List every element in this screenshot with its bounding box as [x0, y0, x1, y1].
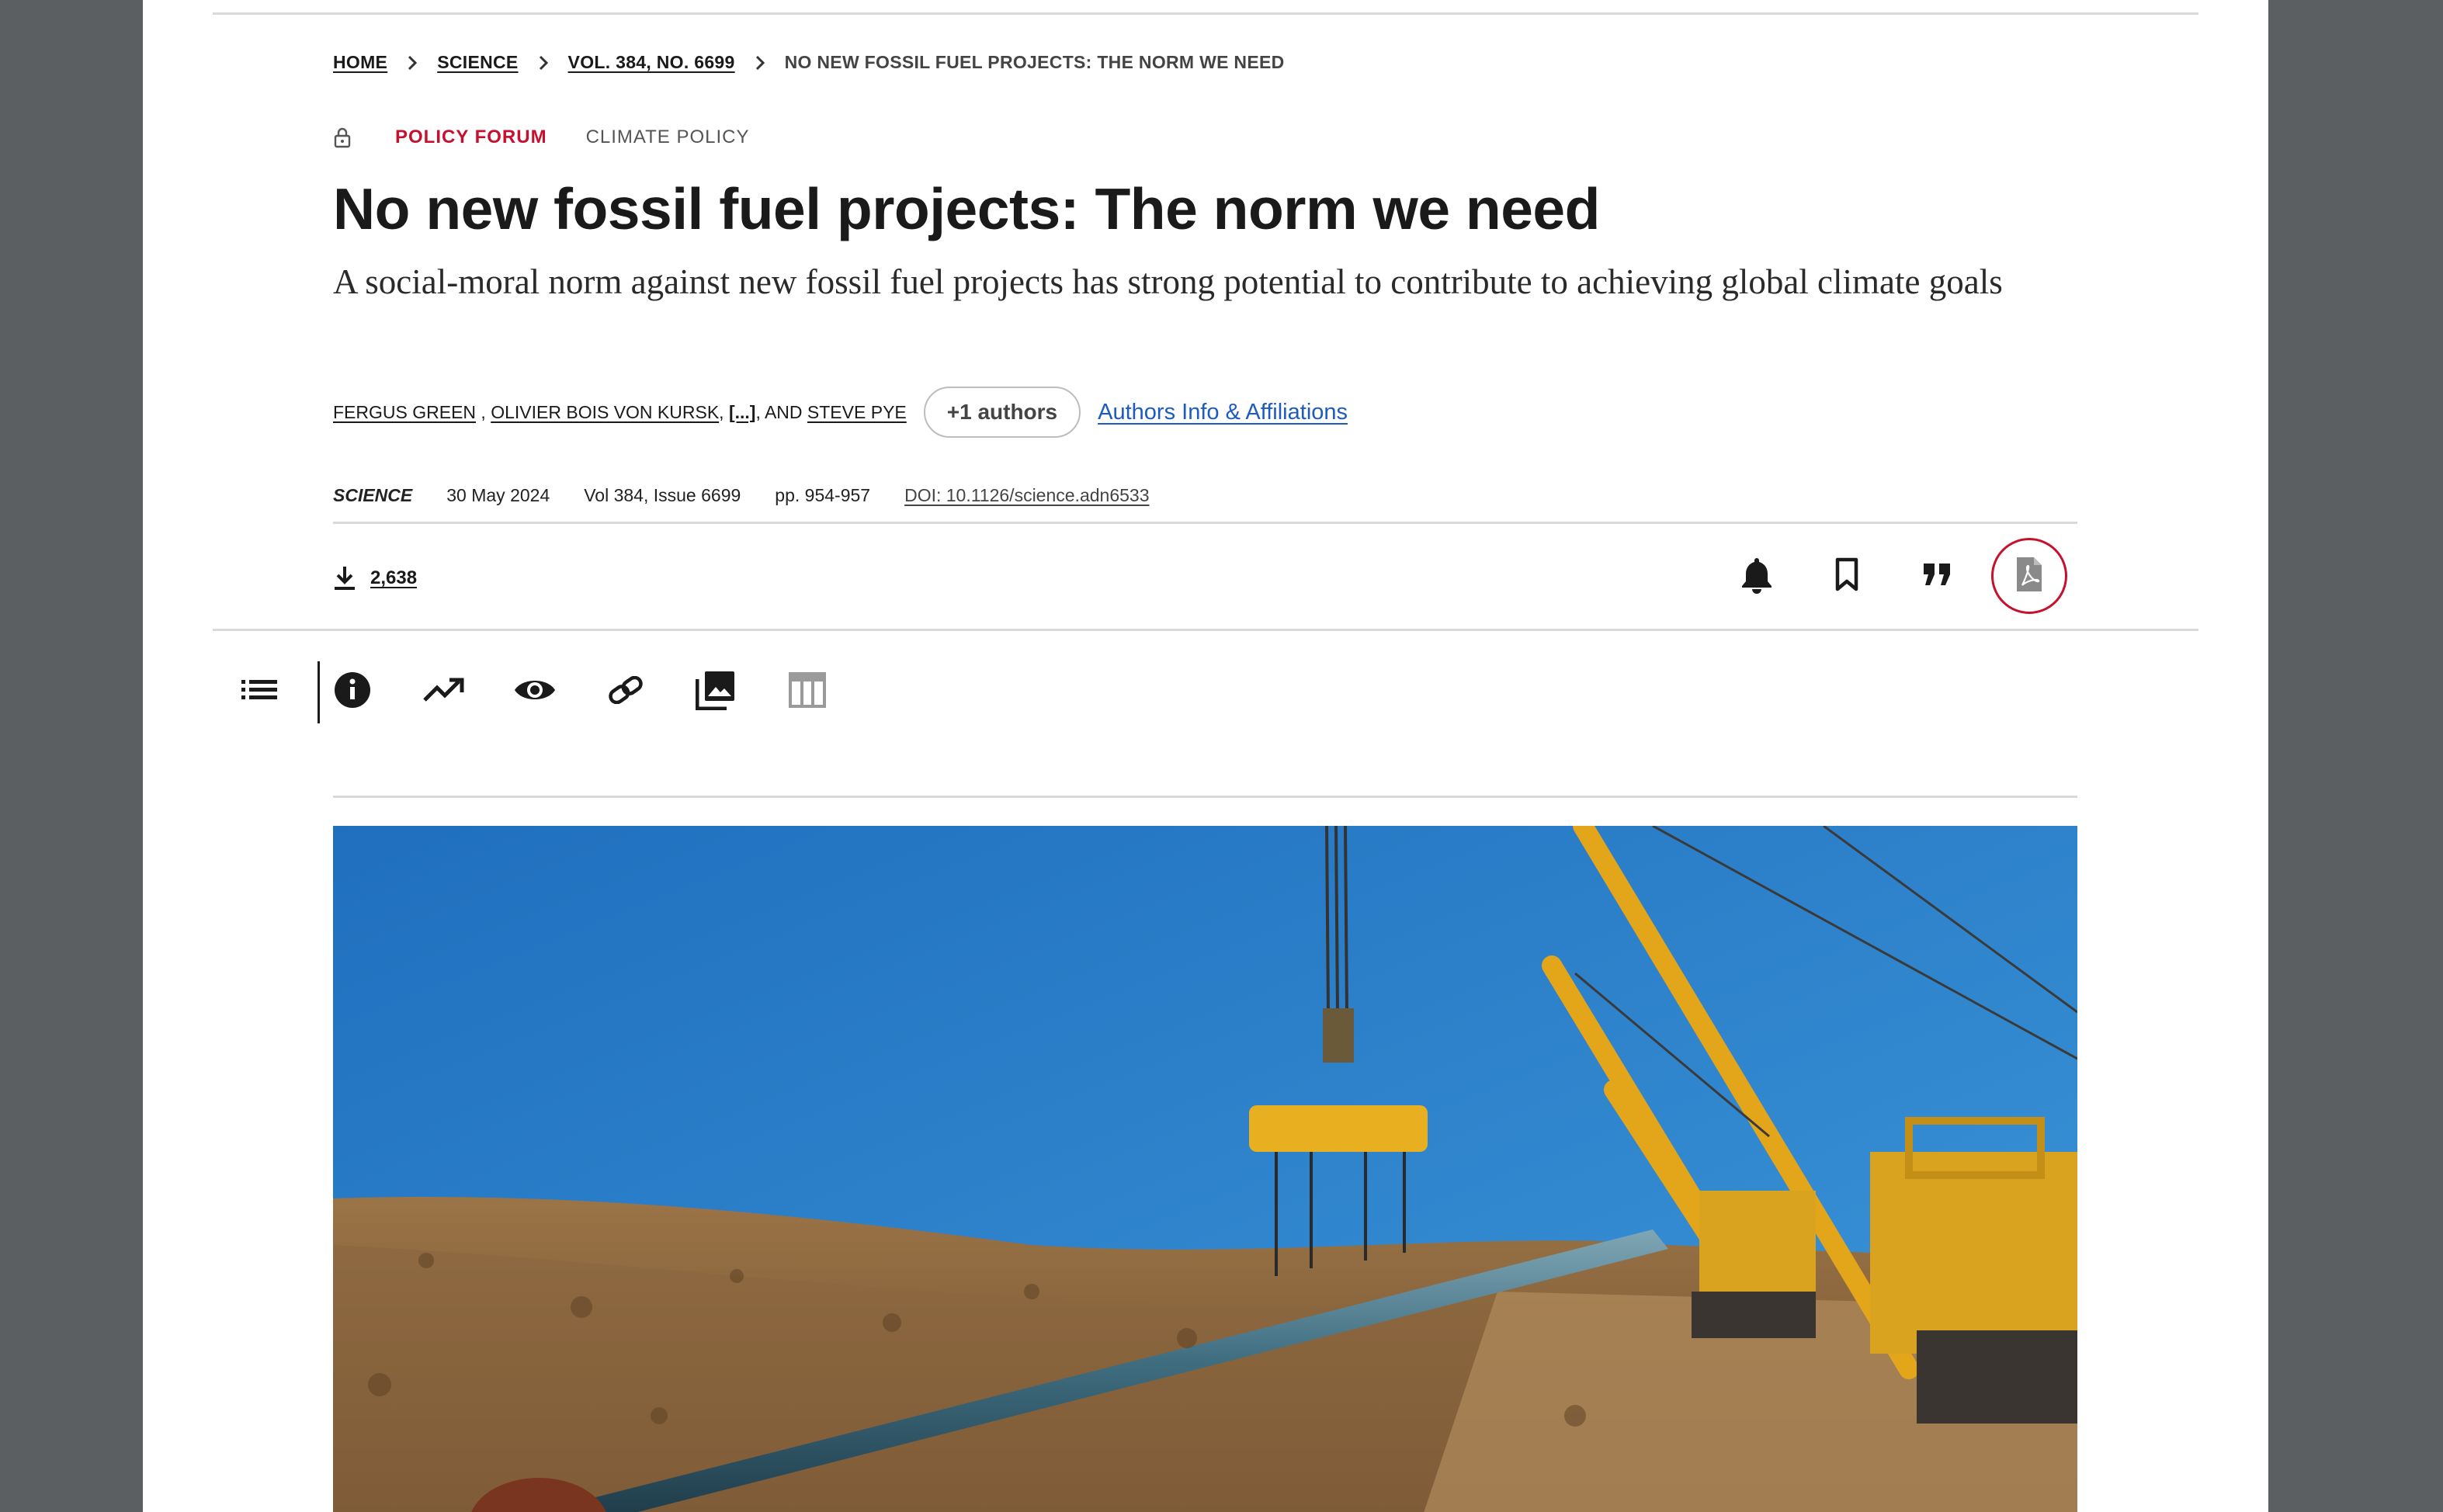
top-divider [213, 12, 2198, 15]
article-toolbar [228, 657, 1005, 727]
chevron-right-icon [735, 52, 785, 73]
section-divider [213, 629, 2198, 631]
author-separator: , AND [755, 401, 807, 422]
breadcrumb-science-link[interactable]: SCIENCE [437, 52, 518, 73]
publication-date: 30 May 2024 [446, 484, 550, 505]
breadcrumb: HOME SCIENCE VOL. 384, NO. 6699 NO NEW F… [333, 48, 1285, 76]
metrics-trend-icon [423, 677, 465, 707]
section-label[interactable]: POLICY FORUM [395, 127, 547, 148]
breadcrumb-home-link[interactable]: HOME [333, 52, 387, 73]
contents-list-icon [241, 678, 277, 706]
cite-button[interactable] [1900, 538, 1976, 614]
author-link[interactable]: STEVE PYE [807, 402, 907, 423]
metrics-button[interactable] [413, 657, 475, 727]
pdf-icon [2014, 556, 2045, 597]
breadcrumb-issue-link[interactable]: VOL. 384, NO. 6699 [568, 52, 735, 73]
expand-authors-ellipsis[interactable]: [...] [729, 402, 756, 423]
author-separator: , [719, 401, 729, 422]
tables-button[interactable] [776, 657, 838, 727]
pipeline-construction-photo [333, 826, 2077, 1512]
author-link[interactable]: OLIVIER BOIS VON KURSK [491, 402, 719, 423]
bookmark-icon [1833, 557, 1861, 596]
share-link-button[interactable] [595, 657, 657, 727]
tables-icon [788, 671, 827, 713]
download-icon [333, 565, 356, 591]
pdf-button[interactable] [1991, 538, 2067, 614]
bookmark-button[interactable] [1809, 538, 1885, 614]
chevron-right-icon [519, 52, 568, 73]
meta-divider [333, 522, 2077, 524]
toolbar-bottom-divider [333, 796, 2077, 798]
view-button[interactable] [504, 657, 566, 727]
lock-icon [333, 127, 364, 148]
figures-button[interactable] [685, 657, 747, 727]
author-list: FERGUS GREEN , OLIVIER BOIS VON KURSK , … [333, 387, 1348, 438]
bell-icon [1740, 555, 1774, 598]
info-button[interactable] [321, 657, 383, 727]
article-subtitle: A social-moral norm against new fossil f… [333, 262, 2003, 301]
figures-gallery-icon [695, 670, 736, 714]
downloads-value: 2,638 [370, 567, 418, 588]
info-icon [334, 671, 371, 713]
breadcrumb-current: NO NEW FOSSIL FUEL PROJECTS: THE NORM WE… [784, 51, 1285, 72]
topic-label[interactable]: CLIMATE POLICY [586, 127, 750, 148]
chevron-right-icon [387, 52, 437, 73]
author-link[interactable]: FERGUS GREEN [333, 402, 476, 423]
alerts-button[interactable] [1719, 538, 1795, 614]
publication-meta: SCIENCE 30 May 2024 Vol 384, Issue 6699 … [333, 481, 1150, 509]
authors-affiliations-link[interactable]: Authors Info & Affiliations [1098, 400, 1348, 425]
article-title: No new fossil fuel projects: The norm we… [333, 176, 1600, 241]
quote-icon [1922, 562, 1953, 591]
page-range: pp. 954-957 [775, 484, 871, 505]
toolbar-divider [318, 661, 320, 723]
more-authors-button[interactable]: +1 authors [923, 387, 1081, 438]
article-page: HOME SCIENCE VOL. 384, NO. 6699 NO NEW F… [143, 0, 2268, 1512]
downloads-count[interactable]: 2,638 [333, 559, 417, 598]
article-kicker: POLICY FORUM CLIMATE POLICY [333, 122, 750, 153]
journal-name: SCIENCE [333, 484, 413, 505]
contents-button[interactable] [228, 657, 290, 727]
volume-issue: Vol 384, Issue 6699 [584, 484, 741, 505]
doi-link[interactable]: DOI: 10.1126/science.adn6533 [904, 485, 1149, 506]
author-separator: , [476, 401, 491, 422]
view-eye-icon [513, 676, 557, 708]
link-icon [606, 675, 646, 708]
hero-image[interactable] [333, 826, 2077, 1512]
article-actions [1719, 538, 2091, 614]
